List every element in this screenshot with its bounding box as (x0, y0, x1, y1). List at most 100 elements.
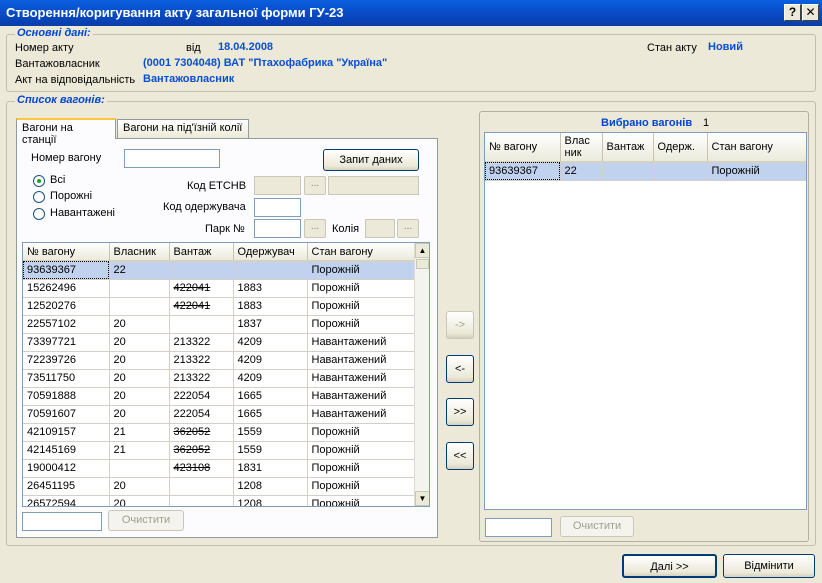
col-wagon-state[interactable]: Стан вагону (307, 243, 415, 262)
col-wagon-number[interactable]: № вагону (23, 243, 110, 262)
wagon-number-cell: 42145169 (23, 441, 110, 460)
owner-cell: 20 (109, 351, 170, 370)
state-cell: Порожній (307, 423, 415, 442)
owner-value: (0001 7304048) ВАТ "Птахофабрика "Україн… (143, 57, 388, 69)
col-cargo[interactable]: Вантаж (169, 243, 234, 262)
table-row[interactable]: 22557102 20 1837 Порожній (23, 315, 415, 334)
station-wagons-grid: № вагону Власник Вантаж Одержувач Стан в… (22, 242, 430, 507)
track-input[interactable] (365, 219, 395, 238)
etsnv-code-input[interactable] (254, 176, 301, 195)
sel-col-owner[interactable]: Влас ник (560, 133, 603, 163)
act-number-label: Номер акту (15, 42, 74, 54)
table-row[interactable]: 26572594 20 1208 Порожній (23, 495, 415, 506)
tab-siding-wagons[interactable]: Вагони на під'їзній колії (117, 119, 249, 138)
right-filter-input[interactable] (485, 518, 552, 537)
etsnv-name-input[interactable] (328, 176, 419, 195)
selected-wagons-grid: № вагону Влас ник Вантаж Одерж. Стан ваг… (484, 132, 807, 510)
table-row[interactable]: 73397721 20 213322 4209 Навантажений (23, 333, 415, 352)
act-state-label: Стан акту (647, 42, 697, 54)
table-row[interactable]: 19000412 423108 1831 Порожній (23, 459, 415, 478)
left-filter-input[interactable] (22, 512, 102, 531)
remove-wagon-button[interactable]: <- (446, 355, 474, 383)
table-row[interactable]: 42109157 21 362052 1559 Порожній (23, 423, 415, 442)
wagon-number-cell: 26451195 (23, 477, 110, 496)
tab-station-wagons[interactable]: Вагони на станції (16, 118, 116, 146)
state-cell: Навантажений (307, 351, 415, 370)
track-label: Колія (332, 223, 360, 235)
right-clear-button[interactable]: Очистити (560, 516, 634, 537)
radio-all[interactable] (33, 175, 45, 187)
radio-empty[interactable] (33, 191, 45, 203)
close-button[interactable]: ✕ (802, 4, 819, 21)
help-button[interactable]: ? (784, 4, 801, 21)
table-row[interactable]: 93639367 22 Порожній (23, 261, 415, 280)
table-row[interactable]: 12520276 422041 1883 Порожній (23, 297, 415, 316)
track-lookup-button[interactable]: ... (397, 219, 419, 238)
etsnv-lookup-button[interactable]: ... (304, 176, 326, 195)
etsnv-label: Код ЕТСНВ (187, 180, 247, 192)
scroll-up-arrow[interactable]: ▲ (415, 243, 429, 258)
scroll-thumb[interactable] (416, 259, 429, 269)
col-receiver[interactable]: Одержувач (233, 243, 308, 262)
cargo-cell: 422041 (169, 297, 234, 316)
selected-wagons-count: 1 (703, 117, 710, 129)
park-number-input[interactable] (254, 219, 301, 238)
table-row[interactable]: 42145169 21 362052 1559 Порожній (23, 441, 415, 460)
state-cell: Порожній (307, 495, 415, 506)
wagon-number-cell: 26572594 (23, 495, 110, 506)
basic-data-title: Основні дані: (15, 27, 93, 39)
radio-loaded[interactable] (33, 208, 45, 220)
scroll-down-arrow[interactable]: ▼ (415, 491, 429, 506)
next-button[interactable]: Далі >> (622, 554, 717, 578)
park-lookup-button[interactable]: ... (304, 219, 326, 238)
owner-cell: 20 (109, 369, 170, 388)
cargo-cell: 213322 (169, 369, 234, 388)
state-cell: Навантажений (307, 333, 415, 352)
receiver-cell: 1883 (233, 279, 308, 298)
wagons-group-title: Список вагонів: (15, 94, 107, 106)
wagon-number-input[interactable] (124, 149, 220, 168)
cargo-cell: 213322 (169, 351, 234, 370)
sel-col-wagon-state[interactable]: Стан вагону (707, 133, 806, 163)
sel-col-receiver[interactable]: Одерж. (653, 133, 708, 163)
add-wagon-button[interactable]: -> (446, 311, 474, 339)
receiver-cell: 1883 (233, 297, 308, 316)
table-row[interactable]: 70591607 20 222054 1665 Навантажений (23, 405, 415, 424)
add-all-button[interactable]: >> (446, 398, 474, 426)
act-state-value: Новий (708, 41, 743, 53)
request-data-button[interactable]: Запит даних (323, 149, 419, 171)
state-cell: Порожній (307, 459, 415, 478)
table-row[interactable]: 70591888 20 222054 1665 Навантажений (23, 387, 415, 406)
sel-col-wagon-number[interactable]: № вагону (485, 133, 561, 163)
cancel-button[interactable]: Відмінити (723, 554, 815, 578)
col-owner[interactable]: Власник (109, 243, 170, 262)
cargo-cell (169, 261, 234, 280)
left-clear-button[interactable]: Очистити (108, 510, 184, 531)
state-cell: Навантажений (307, 405, 415, 424)
grid-scrollbar[interactable]: ▲ ▼ (414, 243, 429, 506)
receiver-code-label: Код одержувача (163, 201, 246, 213)
wagon-number-cell: 12520276 (23, 297, 110, 316)
wagon-number-cell: 72239726 (23, 351, 110, 370)
cargo-cell: 222054 (169, 405, 234, 424)
receiver-code-input[interactable] (254, 198, 301, 217)
table-row[interactable]: 73511750 20 213322 4209 Навантажений (23, 369, 415, 388)
sel-col-cargo[interactable]: Вантаж (602, 133, 654, 163)
owner-cell: 21 (109, 441, 170, 460)
remove-all-button[interactable]: << (446, 442, 474, 470)
wagon-number-cell: 70591607 (23, 405, 110, 424)
selected-wagons-title: Вибрано вагонів (601, 117, 693, 129)
wagon-number-cell: 70591888 (23, 387, 110, 406)
table-row[interactable]: 72239726 20 213322 4209 Навантажений (23, 351, 415, 370)
state-cell: Порожній (307, 441, 415, 460)
table-row[interactable]: 15262496 422041 1883 Порожній (23, 279, 415, 298)
responsible-label: Акт на відповідальність (15, 74, 136, 86)
station-wagons-table: № вагону Власник Вантаж Одержувач Стан в… (23, 243, 415, 506)
owner-cell: 20 (109, 405, 170, 424)
cargo-cell: 222054 (169, 387, 234, 406)
table-row[interactable]: 26451195 20 1208 Порожній (23, 477, 415, 496)
selected-table-row[interactable]: 93639367 22 Порожній (485, 162, 806, 181)
state-cell: Порожній (307, 297, 415, 316)
wagon-number-cell: 42109157 (23, 423, 110, 442)
wagon-number-cell: 73511750 (23, 369, 110, 388)
